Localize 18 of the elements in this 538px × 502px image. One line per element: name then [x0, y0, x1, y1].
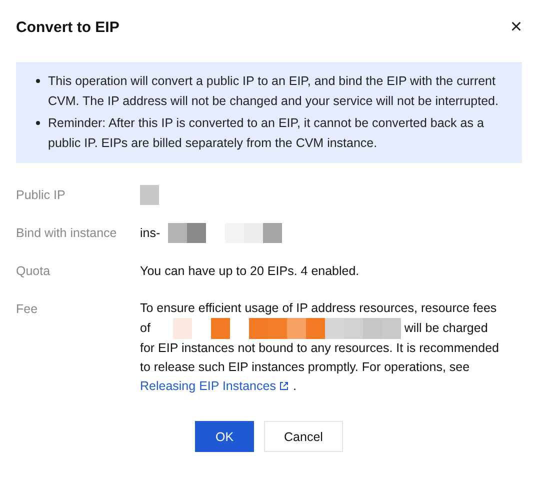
external-link-icon	[279, 381, 290, 391]
bullet-icon	[36, 79, 40, 83]
field-label: Public IP	[16, 187, 66, 204]
notice-text: Reminder: After this IP is converted to an EIP, it cannot be converted back as a public IP. EIPs are billed separately from the CVM instance.	[48, 115, 485, 152]
instance-id-prefix: ins-	[140, 225, 160, 242]
field-label: Bind with instance	[16, 225, 118, 242]
releasing-eip-link[interactable]: Releasing EIP Instances	[140, 379, 290, 393]
notice-text: This operation will convert a public IP to an EIP, and bind the EIP with the current CVM. The IP address will not be changed and your service will not be interrupted.	[48, 73, 500, 110]
quota-text: You can have up to 20 EIPs. 4 enabled.	[140, 263, 360, 280]
cancel-button[interactable]: Cancel	[264, 421, 343, 452]
field-label: Quota	[16, 263, 52, 280]
close-button[interactable]: ×	[510, 18, 522, 36]
redacted-mosaic	[140, 185, 159, 205]
ok-button[interactable]: OK	[195, 421, 254, 452]
field-label: Fee	[16, 301, 39, 318]
bullet-icon	[36, 121, 40, 125]
fee-description: To ensure efficient usage of IP address resources, resource fees of will be charged for EIP instances not bound to any resources. It is recommended to release such EIP instances promptly. For operations, see Releasing EIP Instances .	[140, 300, 500, 395]
dialog-title: Convert to EIP	[16, 18, 120, 36]
